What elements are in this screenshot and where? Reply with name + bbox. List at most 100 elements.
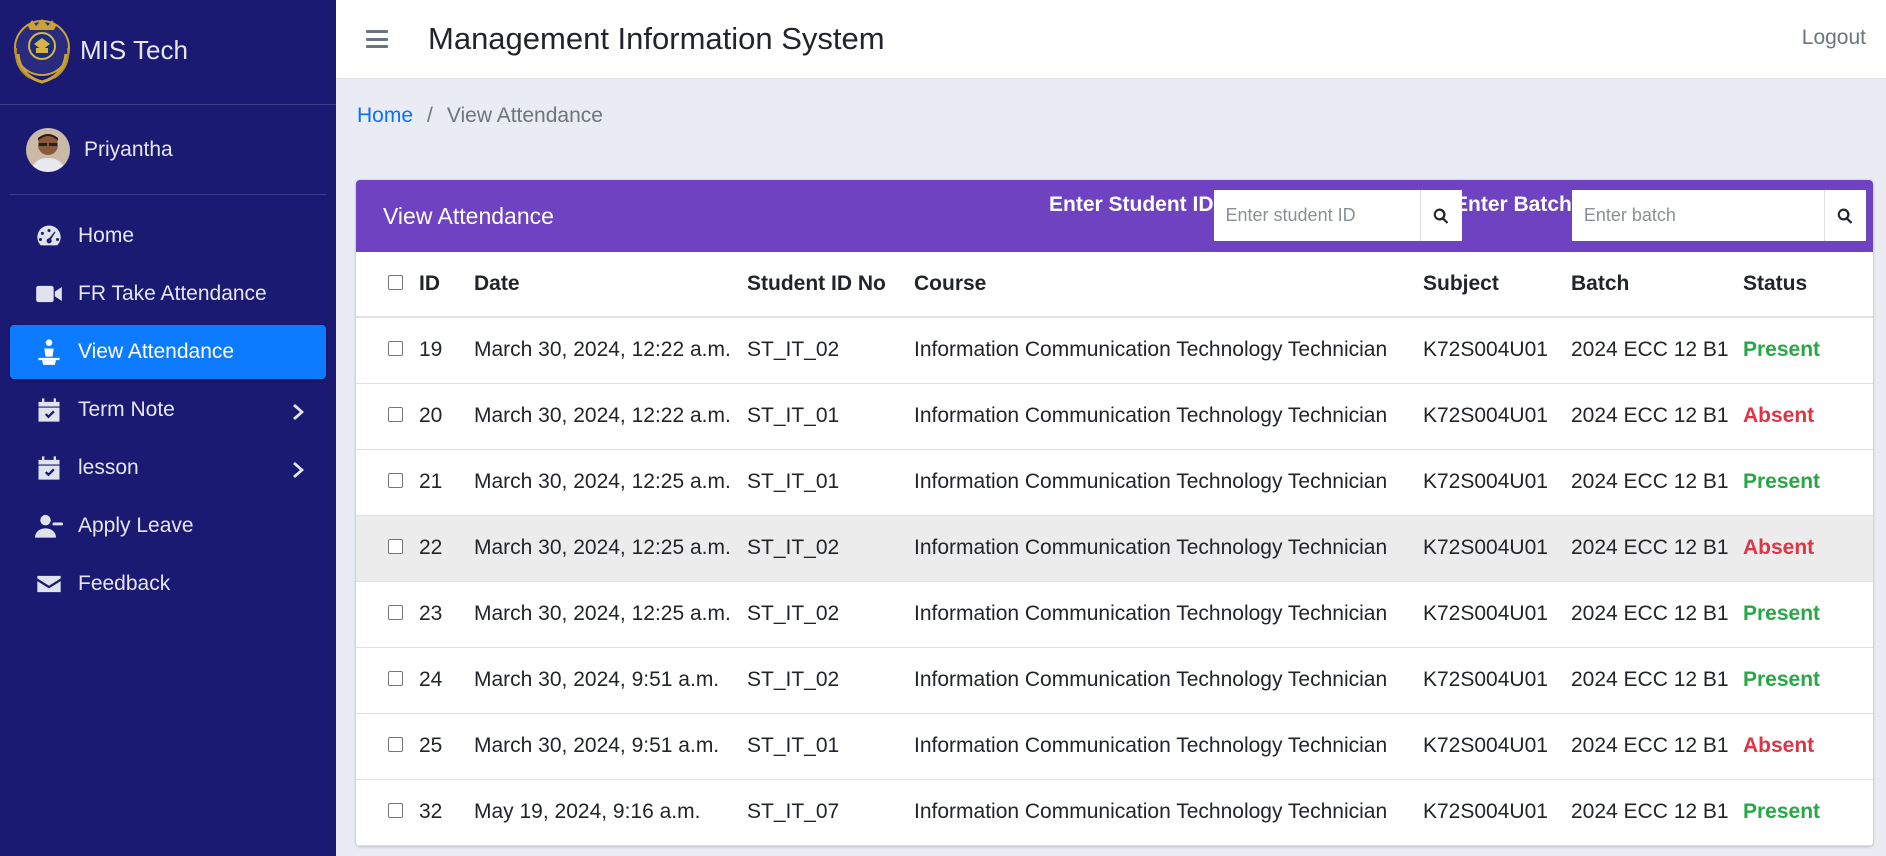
cell-batch: 2024 ECC 12 B1	[1571, 449, 1743, 516]
envelope-icon	[34, 569, 64, 599]
cell-subject: K72S004U01	[1423, 713, 1571, 780]
breadcrumb-home-link[interactable]: Home	[357, 104, 413, 128]
sidebar-item-lesson[interactable]: lesson	[10, 441, 326, 495]
sidebar-item-home[interactable]: Home	[10, 209, 326, 263]
sidebar-item-term-note[interactable]: Term Note	[10, 383, 326, 437]
cell-subject: K72S004U01	[1423, 779, 1571, 846]
column-header-id[interactable]: ID	[419, 252, 474, 318]
sidebar-item-label: View Attendance	[78, 340, 235, 363]
table-row[interactable]: 19 March 30, 2024, 12:22 a.m. ST_IT_02 Info…	[356, 317, 1873, 384]
column-header-student-id[interactable]: Student ID No	[747, 252, 914, 318]
row-checkbox[interactable]	[388, 737, 403, 752]
column-header-date[interactable]: Date	[474, 252, 747, 318]
student-id-filter: Enter Student ID	[1049, 190, 1462, 241]
chevron-right-icon[interactable]	[292, 403, 306, 420]
cell-course: Information Communication Technology Tec…	[914, 515, 1423, 582]
batch-search-group	[1571, 190, 1866, 241]
cell-id: 23	[419, 581, 474, 648]
menu-toggle-icon[interactable]	[366, 30, 388, 48]
cell-date: March 30, 2024, 12:22 a.m.	[474, 383, 747, 450]
table-row[interactable]: 23 March 30, 2024, 12:25 a.m. ST_IT_02 Info…	[356, 581, 1873, 648]
table-row[interactable]: 22 March 30, 2024, 12:25 a.m. ST_IT_02 Info…	[356, 515, 1873, 582]
row-checkbox[interactable]	[388, 671, 403, 686]
cell-status: Absent	[1743, 515, 1873, 582]
row-checkbox[interactable]	[388, 341, 403, 357]
sidebar-item-fr-take-attendance[interactable]: FR Take Attendance	[10, 267, 326, 321]
calendar-check-icon	[34, 453, 64, 483]
row-checkbox[interactable]	[388, 605, 403, 620]
sidebar-item-label: Term Note	[78, 398, 175, 421]
search-icon	[1838, 208, 1853, 224]
cell-course: Information Communication Technology Tec…	[914, 449, 1423, 516]
cell-date: March 30, 2024, 12:25 a.m.	[474, 515, 747, 582]
row-select-cell	[356, 515, 419, 582]
table-row[interactable]: 21 March 30, 2024, 12:25 a.m. ST_IT_01 Info…	[356, 449, 1873, 516]
batch-search-button[interactable]	[1823, 190, 1866, 241]
logout-link[interactable]: Logout	[1802, 26, 1866, 50]
video-camera-icon	[34, 279, 64, 309]
batch-input[interactable]	[1571, 190, 1824, 241]
row-checkbox[interactable]	[388, 473, 403, 488]
breadcrumb-separator: /	[427, 104, 433, 127]
cell-status: Present	[1743, 317, 1873, 384]
cell-batch: 2024 ECC 12 B1	[1571, 581, 1743, 648]
cell-batch: 2024 ECC 12 B1	[1571, 647, 1743, 714]
cell-course: Information Communication Technology Tec…	[914, 383, 1423, 450]
row-checkbox[interactable]	[388, 407, 403, 422]
sidebar-item-view-attendance[interactable]: View Attendance	[10, 325, 326, 379]
sidebar-item-feedback[interactable]: Feedback	[10, 557, 326, 611]
cell-id: 20	[419, 383, 474, 450]
cell-date: March 30, 2024, 12:25 a.m.	[474, 449, 747, 516]
brand-name: MIS Tech	[80, 34, 188, 65]
chevron-right-icon[interactable]	[292, 461, 306, 478]
column-header-subject[interactable]: Subject	[1423, 252, 1571, 318]
table-row[interactable]: 32 May 19, 2024, 9:16 a.m. ST_IT_07 Informa…	[356, 779, 1873, 846]
cell-batch: 2024 ECC 12 B1	[1571, 515, 1743, 582]
sidebar-item-label: Feedback	[78, 572, 171, 595]
row-select-cell	[356, 317, 419, 384]
select-all-checkbox[interactable]	[388, 275, 403, 290]
cell-id: 25	[419, 713, 474, 780]
row-select-cell	[356, 713, 419, 780]
cell-course: Information Communication Technology Tec…	[914, 317, 1423, 384]
row-checkbox[interactable]	[388, 539, 403, 554]
table-row[interactable]: 25 March 30, 2024, 9:51 a.m. ST_IT_01 Infor…	[356, 713, 1873, 780]
row-checkbox[interactable]	[388, 803, 403, 818]
avatar	[26, 127, 70, 172]
column-header-course[interactable]: Course	[914, 252, 1423, 318]
cell-subject: K72S004U01	[1423, 449, 1571, 516]
sidebar: MIS Tech Priyantha Home FR Take Attendan…	[0, 0, 336, 856]
cell-student-id: ST_IT_02	[747, 581, 914, 648]
student-id-search-group	[1213, 190, 1462, 241]
cell-subject: K72S004U01	[1423, 515, 1571, 582]
student-id-label: Enter Student ID	[1049, 193, 1214, 216]
brand[interactable]: MIS Tech	[0, 0, 336, 105]
student-id-input[interactable]	[1213, 190, 1420, 241]
cell-student-id: ST_IT_02	[747, 647, 914, 714]
sidebar-item-apply-leave[interactable]: Apply Leave	[10, 499, 326, 553]
column-header-batch[interactable]: Batch	[1571, 252, 1743, 318]
app-title: Management Information System	[428, 21, 885, 56]
cell-course: Information Communication Technology Tec…	[914, 713, 1423, 780]
row-select-cell	[356, 383, 419, 450]
cell-id: 21	[419, 449, 474, 516]
cell-id: 22	[419, 515, 474, 582]
table-row[interactable]: 24 March 30, 2024, 9:51 a.m. ST_IT_02 Infor…	[356, 647, 1873, 714]
cell-student-id: ST_IT_01	[747, 449, 914, 516]
table-row[interactable]: 20 March 30, 2024, 12:22 a.m. ST_IT_01 Info…	[356, 383, 1873, 450]
cell-date: March 30, 2024, 12:22 a.m.	[474, 317, 747, 384]
cell-status: Present	[1743, 581, 1873, 648]
cell-course: Information Communication Technology Tec…	[914, 581, 1423, 648]
column-header-status[interactable]: Status	[1743, 252, 1873, 318]
user-panel[interactable]: Priyantha	[10, 105, 326, 195]
sidebar-item-label: Apply Leave	[78, 514, 194, 537]
cell-id: 19	[419, 317, 474, 384]
cell-batch: 2024 ECC 12 B1	[1571, 317, 1743, 384]
cell-status: Present	[1743, 647, 1873, 714]
cell-subject: K72S004U01	[1423, 647, 1571, 714]
breadcrumb-current: View Attendance	[446, 104, 603, 127]
sidebar-nav: Home FR Take Attendance View Attendance …	[0, 195, 336, 611]
attendance-table: ID Date Student ID No Course Subject Bat…	[356, 252, 1873, 846]
card-header: View Attendance Enter Student ID Enter B…	[356, 180, 1873, 252]
user-minus-icon	[34, 511, 64, 541]
